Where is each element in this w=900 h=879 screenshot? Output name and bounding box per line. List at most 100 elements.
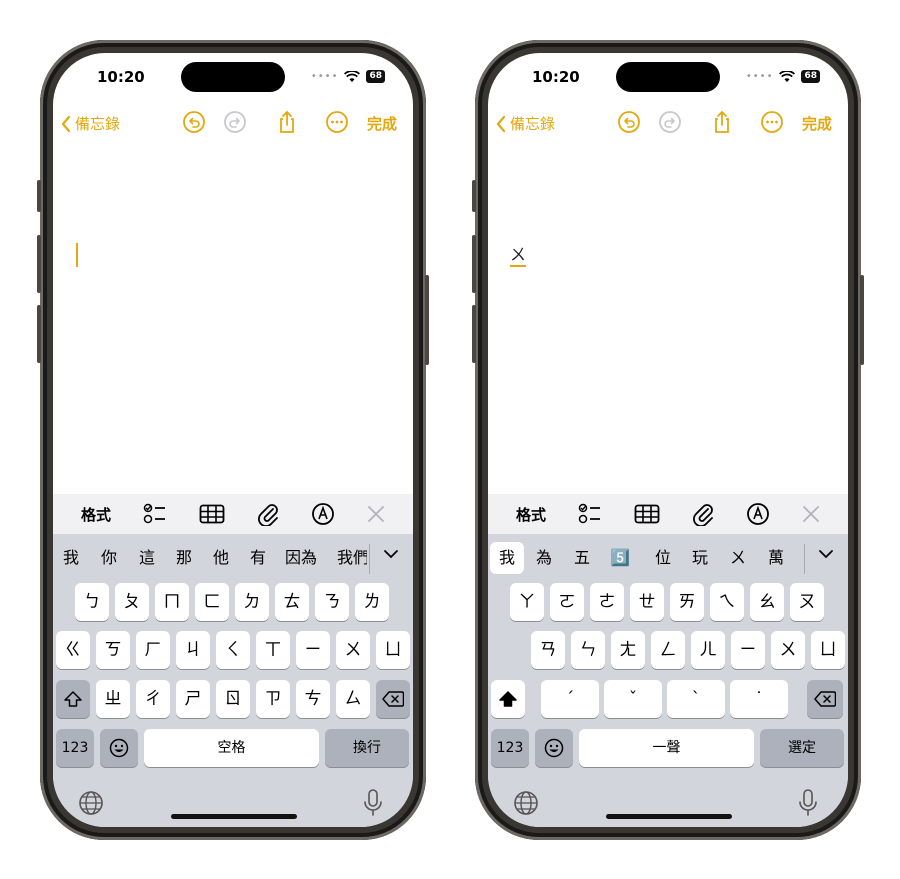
microphone-icon[interactable] [798, 789, 818, 817]
format-button[interactable]: 格式 [81, 504, 111, 525]
bopomofo-key[interactable]: ㄨ [336, 631, 370, 669]
bopomofo-key[interactable]: ㄆ [115, 583, 149, 621]
tone-key[interactable]: ˙ [730, 680, 788, 718]
bopomofo-key[interactable]: ㄣ [571, 631, 605, 669]
candidate[interactable]: 萬 [762, 542, 790, 574]
bopomofo-key[interactable]: ㄞ [670, 583, 704, 621]
bopomofo-key[interactable]: ㄐ [176, 631, 210, 669]
bopomofo-key[interactable]: ㄈ [195, 583, 229, 621]
checklist-icon[interactable] [143, 503, 167, 525]
bopomofo-key[interactable]: ㄤ [611, 631, 645, 669]
bopomofo-key[interactable]: ㄟ [710, 583, 744, 621]
share-icon[interactable] [275, 110, 299, 134]
globe-icon[interactable] [78, 790, 104, 816]
tone-key[interactable]: ˇ [604, 680, 662, 718]
bopomofo-key[interactable]: ㄝ [630, 583, 664, 621]
bopomofo-key[interactable]: ㄓ [96, 680, 130, 718]
bopomofo-key[interactable]: ㄏ [136, 631, 170, 669]
tone-key[interactable]: ˋ [667, 680, 725, 718]
space-key[interactable]: 空格 [144, 729, 319, 767]
candidate-selected[interactable]: 我 [490, 542, 524, 574]
bopomofo-key[interactable]: ㄑ [216, 631, 250, 669]
candidate[interactable]: 我 [57, 542, 85, 574]
candidate[interactable]: 這 [133, 542, 161, 574]
bopomofo-key[interactable]: ㄩ [811, 631, 845, 669]
more-icon[interactable] [325, 110, 349, 134]
bopomofo-key[interactable]: ㄥ [651, 631, 685, 669]
candidate[interactable]: 我們 [337, 542, 367, 574]
bopomofo-key[interactable]: ㄢ [531, 631, 565, 669]
candidate[interactable]: 位 [649, 542, 677, 574]
bopomofo-key[interactable]: ㄨ [771, 631, 805, 669]
emoji-key[interactable] [100, 729, 138, 767]
bopomofo-key[interactable]: ㄍ [56, 631, 90, 669]
candidate[interactable]: 五 [568, 542, 596, 574]
bopomofo-key[interactable]: ㄧ [296, 631, 330, 669]
close-icon[interactable] [367, 505, 385, 523]
paperclip-icon[interactable] [692, 502, 714, 526]
numbers-key[interactable]: 123 [56, 729, 94, 767]
bopomofo-key[interactable]: ㄧ [731, 631, 765, 669]
bopomofo-key[interactable]: ㄇ [155, 583, 189, 621]
candidate[interactable]: 他 [207, 542, 235, 574]
shift-key[interactable] [56, 680, 90, 718]
bopomofo-key[interactable]: ㄠ [750, 583, 784, 621]
candidate[interactable]: 有 [244, 542, 272, 574]
delete-key[interactable] [807, 680, 843, 718]
bopomofo-key[interactable]: ㄒ [256, 631, 290, 669]
format-button[interactable]: 格式 [516, 504, 546, 525]
candidate[interactable]: 那 [170, 542, 198, 574]
candidate[interactable]: 因為 [281, 542, 321, 574]
return-key[interactable]: 選定 [760, 729, 844, 767]
close-icon[interactable] [802, 505, 820, 523]
bopomofo-key[interactable]: ㄗ [256, 680, 290, 718]
shift-key[interactable] [491, 680, 525, 718]
back-button[interactable]: 備忘錄 [61, 113, 120, 134]
done-button[interactable]: 完成 [802, 113, 832, 134]
markup-icon[interactable] [311, 502, 335, 526]
emoji-key[interactable] [535, 729, 573, 767]
bopomofo-key[interactable]: ㄙ [336, 680, 370, 718]
bopomofo-key[interactable]: ㄩ [376, 631, 410, 669]
bopomofo-key[interactable]: ㄡ [790, 583, 824, 621]
tone-key[interactable]: ˊ [541, 680, 599, 718]
bopomofo-key[interactable]: ㄔ [136, 680, 170, 718]
checklist-icon[interactable] [578, 503, 602, 525]
undo-icon[interactable] [617, 110, 641, 134]
return-key[interactable]: 換行 [325, 729, 409, 767]
table-icon[interactable] [634, 504, 660, 524]
share-icon[interactable] [710, 110, 734, 134]
numbers-key[interactable]: 123 [491, 729, 529, 767]
bopomofo-key[interactable]: ㄉ [235, 583, 269, 621]
microphone-icon[interactable] [363, 789, 383, 817]
more-icon[interactable] [760, 110, 784, 134]
bopomofo-key[interactable]: ㄅ [75, 583, 109, 621]
done-button[interactable]: 完成 [367, 113, 397, 134]
chevron-down-icon[interactable] [818, 549, 834, 559]
globe-icon[interactable] [513, 790, 539, 816]
candidate[interactable]: 玩 [686, 542, 714, 574]
back-button[interactable]: 備忘錄 [496, 113, 555, 134]
bopomofo-key[interactable]: ㄊ [275, 583, 309, 621]
chevron-down-icon[interactable] [383, 549, 399, 559]
bopomofo-key[interactable]: ㄜ [590, 583, 624, 621]
bopomofo-key[interactable]: ㄋ [315, 583, 349, 621]
bopomofo-key[interactable]: ㄕ [176, 680, 210, 718]
candidate[interactable]: 你 [95, 542, 123, 574]
markup-icon[interactable] [746, 502, 770, 526]
bopomofo-key[interactable]: ㄌ [355, 583, 389, 621]
bopomofo-key[interactable]: ㄖ [216, 680, 250, 718]
candidate[interactable]: 5️⃣ [606, 542, 634, 574]
bopomofo-key[interactable]: ㄎ [96, 631, 130, 669]
bopomofo-key[interactable]: ㄚ [510, 583, 544, 621]
candidate[interactable]: 為 [530, 542, 558, 574]
paperclip-icon[interactable] [257, 502, 279, 526]
table-icon[interactable] [199, 504, 225, 524]
delete-key[interactable] [376, 680, 410, 718]
space-key[interactable]: 一聲 [579, 729, 754, 767]
bopomofo-key[interactable]: ㄦ [691, 631, 725, 669]
candidate[interactable]: ㄨ [724, 542, 752, 574]
undo-icon[interactable] [182, 110, 206, 134]
bopomofo-key[interactable]: ㄘ [296, 680, 330, 718]
bopomofo-key[interactable]: ㄛ [550, 583, 584, 621]
